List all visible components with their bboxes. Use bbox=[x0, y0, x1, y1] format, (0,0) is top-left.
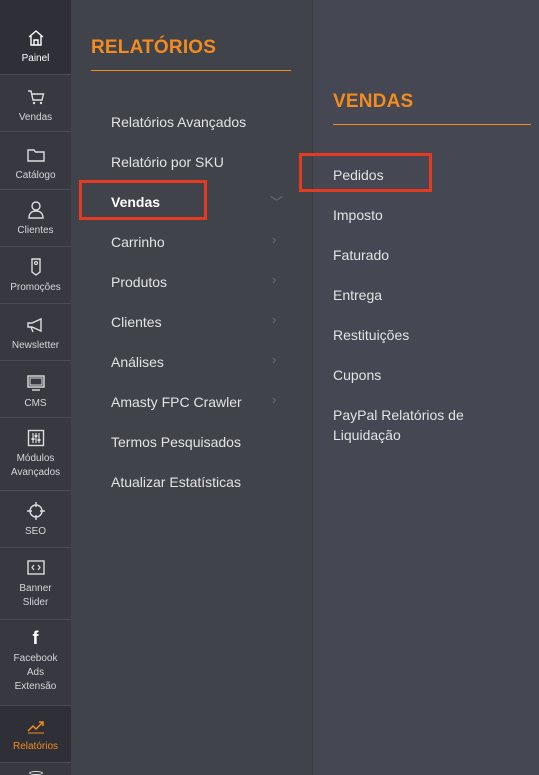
menu-item-line: Liquidação bbox=[333, 427, 401, 443]
rail-label-line: Extensão bbox=[14, 681, 57, 692]
rail-item-modulos-avancados[interactable]: Módulos Avançados bbox=[0, 418, 71, 491]
menu-item-restituicoes[interactable]: Restituições bbox=[333, 325, 409, 345]
left-rail: Painel Vendas Catálogo Clientes Promoçõe bbox=[0, 0, 71, 775]
rail-label: Painel bbox=[21, 53, 50, 64]
menu-item-analises[interactable]: Análises bbox=[111, 352, 164, 372]
highlight-box bbox=[299, 153, 432, 192]
menu-item-paypal-relatorios[interactable]: PayPal Relatórios de Liquidação bbox=[333, 405, 464, 445]
rail-item-cms[interactable]: CMS bbox=[0, 361, 71, 418]
home-icon bbox=[27, 28, 45, 48]
rail-item-seo[interactable]: SEO bbox=[0, 491, 71, 548]
cart-icon bbox=[27, 87, 45, 107]
rail-label: Newsletter bbox=[11, 340, 60, 351]
admin-menu: Painel Vendas Catálogo Clientes Promoçõe bbox=[0, 0, 539, 775]
menu-item-carrinho[interactable]: Carrinho bbox=[111, 232, 165, 252]
rail-item-painel[interactable]: Painel bbox=[0, 0, 71, 75]
rail-label: Promoções bbox=[10, 282, 61, 293]
highlight-box bbox=[79, 180, 207, 220]
rail-label: SEO bbox=[24, 526, 47, 537]
rail-label: Catálogo bbox=[15, 170, 56, 181]
sliders-icon bbox=[27, 428, 45, 448]
folder-icon bbox=[26, 145, 45, 165]
rail-item-clientes[interactable]: Clientes bbox=[0, 190, 71, 247]
rail-label: Relatórios bbox=[12, 741, 59, 752]
menu-item-entrega[interactable]: Entrega bbox=[333, 285, 382, 305]
rail-item-banner-slider[interactable]: Banner Slider bbox=[0, 548, 71, 620]
reports-submenu: RELATÓRIOS Relatórios Avançados Relatóri… bbox=[71, 0, 312, 775]
rail-label-line: Avançados bbox=[10, 467, 61, 478]
trend-icon bbox=[26, 716, 46, 736]
rail-label: CMS bbox=[24, 398, 47, 409]
rail-item-vendas[interactable]: Vendas bbox=[0, 75, 71, 132]
sales-title: VENDAS bbox=[333, 91, 414, 112]
monitor-icon bbox=[26, 373, 46, 393]
menu-item-relatorios-avancados[interactable]: Relatórios Avançados bbox=[111, 112, 246, 132]
facebook-icon: f bbox=[32, 628, 39, 648]
code-box-icon bbox=[26, 558, 46, 578]
menu-item-termos-pesquisados[interactable]: Termos Pesquisados bbox=[111, 432, 241, 452]
rail-item-newsletter[interactable]: Newsletter bbox=[0, 304, 71, 361]
crosshair-icon bbox=[26, 501, 46, 521]
user-icon bbox=[27, 200, 45, 220]
chevron-right-icon: › bbox=[272, 272, 277, 287]
rail-item-more[interactable] bbox=[0, 763, 71, 775]
menu-item-relatorio-sku[interactable]: Relatório por SKU bbox=[111, 152, 224, 172]
partial-icon bbox=[28, 771, 43, 775]
tag-icon bbox=[29, 257, 43, 277]
rail-item-promocoes[interactable]: Promoções bbox=[0, 247, 71, 304]
menu-item-clientes[interactable]: Clientes bbox=[111, 312, 162, 332]
menu-item-produtos[interactable]: Produtos bbox=[111, 272, 167, 292]
chevron-down-icon: ﹀ bbox=[270, 195, 284, 210]
rail-label-line: Módulos bbox=[16, 453, 55, 464]
sales-title-rule bbox=[333, 124, 531, 125]
menu-item-line: PayPal Relatórios de bbox=[333, 407, 464, 423]
rail-label-line: Slider bbox=[22, 597, 49, 608]
chevron-right-icon: › bbox=[272, 352, 277, 367]
menu-item-cupons[interactable]: Cupons bbox=[333, 365, 381, 385]
rail-item-facebook-ads[interactable]: f Facebook Ads Extensão bbox=[0, 620, 71, 706]
rail-item-relatorios[interactable]: Relatórios bbox=[0, 706, 71, 763]
chevron-right-icon: › bbox=[272, 312, 277, 327]
rail-label-line: Ads bbox=[26, 667, 45, 678]
chevron-right-icon: › bbox=[272, 232, 277, 247]
sales-submenu: VENDAS Pedidos Imposto Faturado Entrega … bbox=[299, 0, 539, 775]
menu-item-atualizar-estatisticas[interactable]: Atualizar Estatísticas bbox=[111, 472, 241, 492]
reports-title-rule bbox=[91, 70, 291, 71]
rail-label: Vendas bbox=[18, 112, 53, 123]
megaphone-icon bbox=[26, 315, 46, 335]
chevron-right-icon: › bbox=[272, 392, 277, 407]
menu-item-imposto[interactable]: Imposto bbox=[333, 205, 383, 225]
rail-item-catalogo[interactable]: Catálogo bbox=[0, 132, 71, 190]
rail-label-line: Banner bbox=[19, 583, 52, 594]
reports-title: RELATÓRIOS bbox=[91, 37, 217, 58]
menu-item-amasty-fpc-crawler[interactable]: Amasty FPC Crawler bbox=[111, 392, 242, 412]
menu-item-faturado[interactable]: Faturado bbox=[333, 245, 389, 265]
rail-label-line: Facebook bbox=[13, 653, 58, 664]
rail-label: Clientes bbox=[17, 225, 54, 236]
